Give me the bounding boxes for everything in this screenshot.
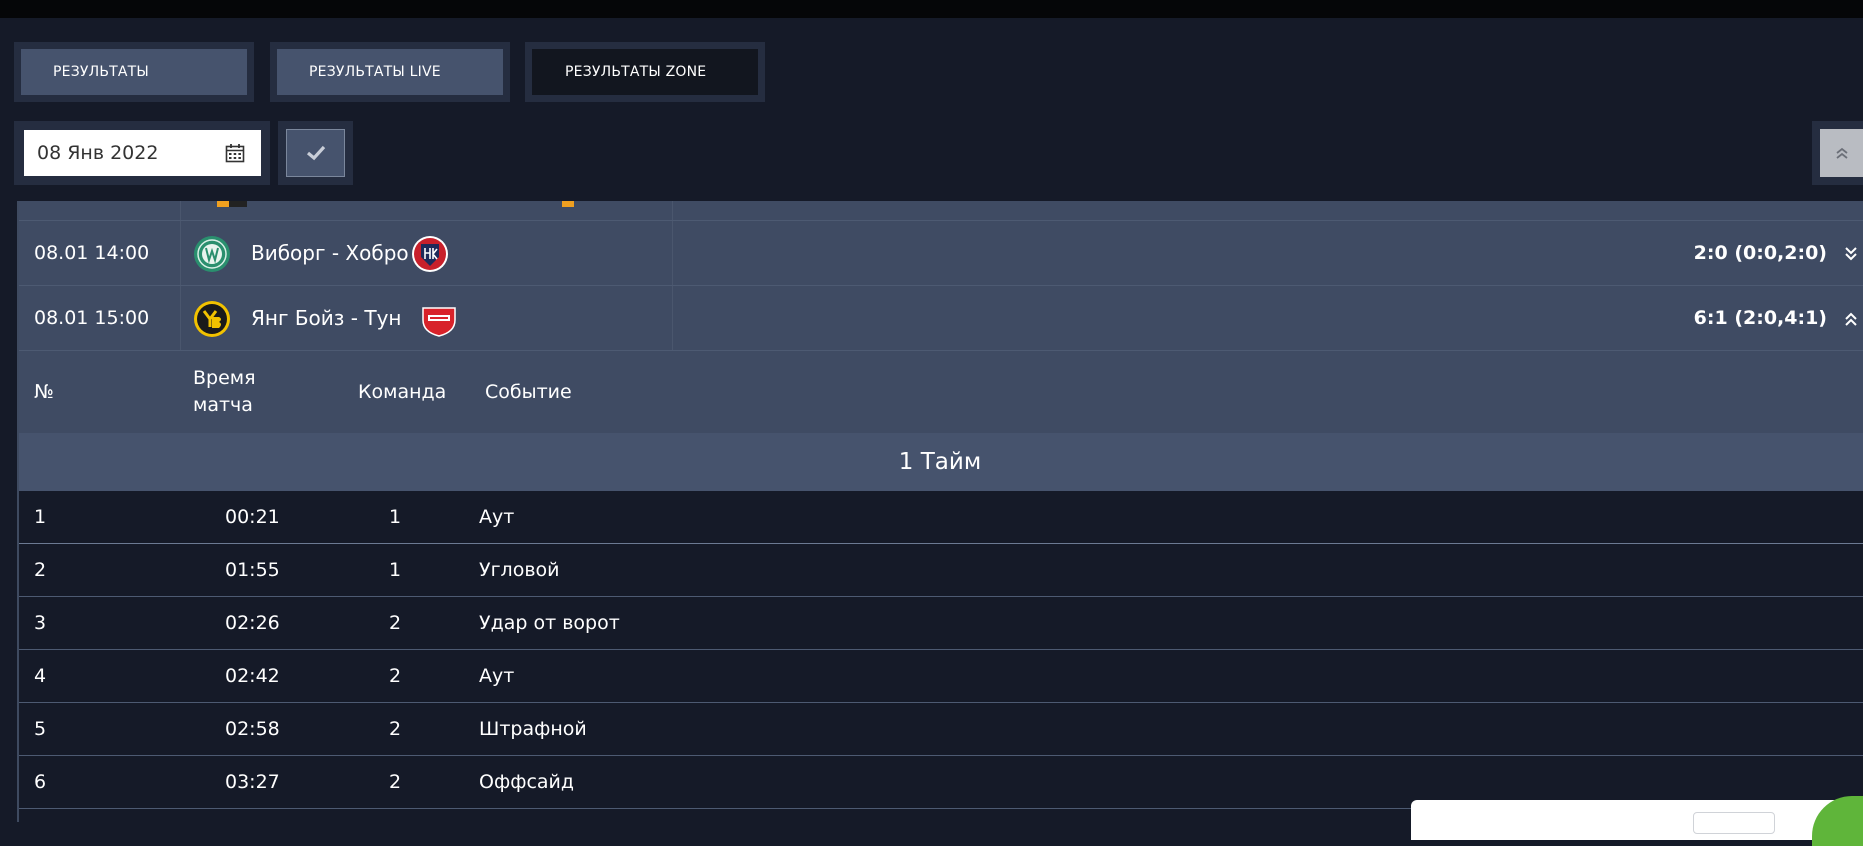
tab-results-live-wrapper: РЕЗУЛЬТАТЫ LIVE	[270, 42, 510, 102]
event-time: 00:21	[225, 506, 280, 528]
match-row[interactable]: 08.01 15:00 Янг Бойз - Тун 6:1 (2:0,4:1)	[17, 286, 1863, 351]
event-name: Аут	[479, 506, 515, 528]
double-chevron-up-icon	[1835, 147, 1848, 159]
viborg-logo-icon	[194, 236, 230, 272]
table-row: 4 02:42 2 Аут	[17, 650, 1863, 703]
event-number: 5	[34, 718, 47, 740]
tab-results-zone-wrapper: РЕЗУЛЬТАТЫ ZONE	[525, 42, 765, 102]
event-team: 2	[389, 665, 402, 687]
event-name: Штрафной	[479, 718, 587, 740]
event-time: 02:58	[225, 718, 280, 740]
match-time: 08.01 15:00	[34, 307, 150, 329]
double-chevron-down-icon[interactable]	[1843, 245, 1859, 263]
collapse-button[interactable]	[1820, 129, 1863, 177]
check-icon	[306, 145, 325, 161]
event-number: 6	[34, 771, 47, 793]
tab-results-live[interactable]: РЕЗУЛЬТАТЫ LIVE	[277, 49, 503, 95]
period-header: 1 Тайм	[17, 433, 1863, 491]
date-filter-wrapper: 08 Янв 2022	[14, 121, 270, 185]
collapse-button-wrapper	[1812, 121, 1863, 185]
confirm-button-wrapper	[278, 121, 353, 185]
event-number: 3	[34, 612, 47, 634]
top-bar	[0, 0, 1863, 18]
hobro-logo-icon	[412, 236, 448, 272]
match-score: 2:0 (0:0,2:0)	[1693, 242, 1827, 264]
event-name: Угловой	[479, 559, 560, 581]
event-time: 02:26	[225, 612, 280, 634]
table-row: 2 01:55 1 Угловой	[17, 544, 1863, 597]
match-teams[interactable]: Янг Бойз - Тун	[251, 286, 402, 350]
event-team: 2	[389, 612, 402, 634]
match-time: 08.01 14:00	[34, 242, 150, 264]
table-row: 5 02:58 2 Штрафной	[17, 703, 1863, 756]
popup-button[interactable]	[1693, 812, 1775, 834]
calendar-icon[interactable]	[225, 143, 245, 168]
events-table-header: № Время матча Команда Событие	[17, 351, 1863, 433]
thun-logo-icon	[422, 307, 456, 337]
header-event: Событие	[485, 380, 572, 403]
match-row-partial[interactable]	[17, 201, 1863, 221]
tab-results-wrapper: РЕЗУЛЬТАТЫ	[14, 42, 254, 102]
date-input[interactable]: 08 Янв 2022	[24, 130, 261, 176]
header-number: №	[34, 380, 54, 403]
young-boys-logo-icon	[194, 301, 230, 337]
event-number: 2	[34, 559, 47, 581]
tab-results[interactable]: РЕЗУЛЬТАТЫ	[21, 49, 247, 95]
flag-icon	[217, 201, 229, 207]
event-team: 2	[389, 718, 402, 740]
period-label: 1 Тайм	[898, 449, 982, 475]
header-match-time: Время матча	[193, 367, 256, 416]
flag-icon	[562, 201, 574, 207]
event-team: 1	[389, 506, 402, 528]
event-team: 2	[389, 771, 402, 793]
event-time: 02:42	[225, 665, 280, 687]
date-input-value: 08 Янв 2022	[37, 142, 159, 164]
event-team: 1	[389, 559, 402, 581]
tab-results-zone[interactable]: РЕЗУЛЬТАТЫ ZONE	[532, 49, 758, 95]
event-number: 4	[34, 665, 47, 687]
table-row: 3 02:26 2 Удар от ворот	[17, 597, 1863, 650]
event-name: Оффсайд	[479, 771, 575, 793]
double-chevron-up-icon[interactable]	[1843, 310, 1859, 328]
event-name: Удар от ворот	[479, 612, 620, 634]
results-panel: 08.01 14:00 Виборг - Хобро 2:0 (0:0,2:0)…	[17, 201, 1863, 822]
match-teams[interactable]: Виборг - Хобро	[251, 221, 409, 285]
header-team: Команда	[358, 380, 447, 403]
event-time: 03:27	[225, 771, 280, 793]
match-score: 6:1 (2:0,4:1)	[1693, 307, 1827, 329]
confirm-button[interactable]	[286, 129, 345, 177]
match-row[interactable]: 08.01 14:00 Виборг - Хобро 2:0 (0:0,2:0)	[17, 221, 1863, 286]
panel-left-border	[17, 201, 19, 822]
event-time: 01:55	[225, 559, 280, 581]
cookie-popup[interactable]	[1411, 800, 1863, 840]
event-number: 1	[34, 506, 47, 528]
table-row: 1 00:21 1 Аут	[17, 491, 1863, 544]
event-name: Аут	[479, 665, 515, 687]
